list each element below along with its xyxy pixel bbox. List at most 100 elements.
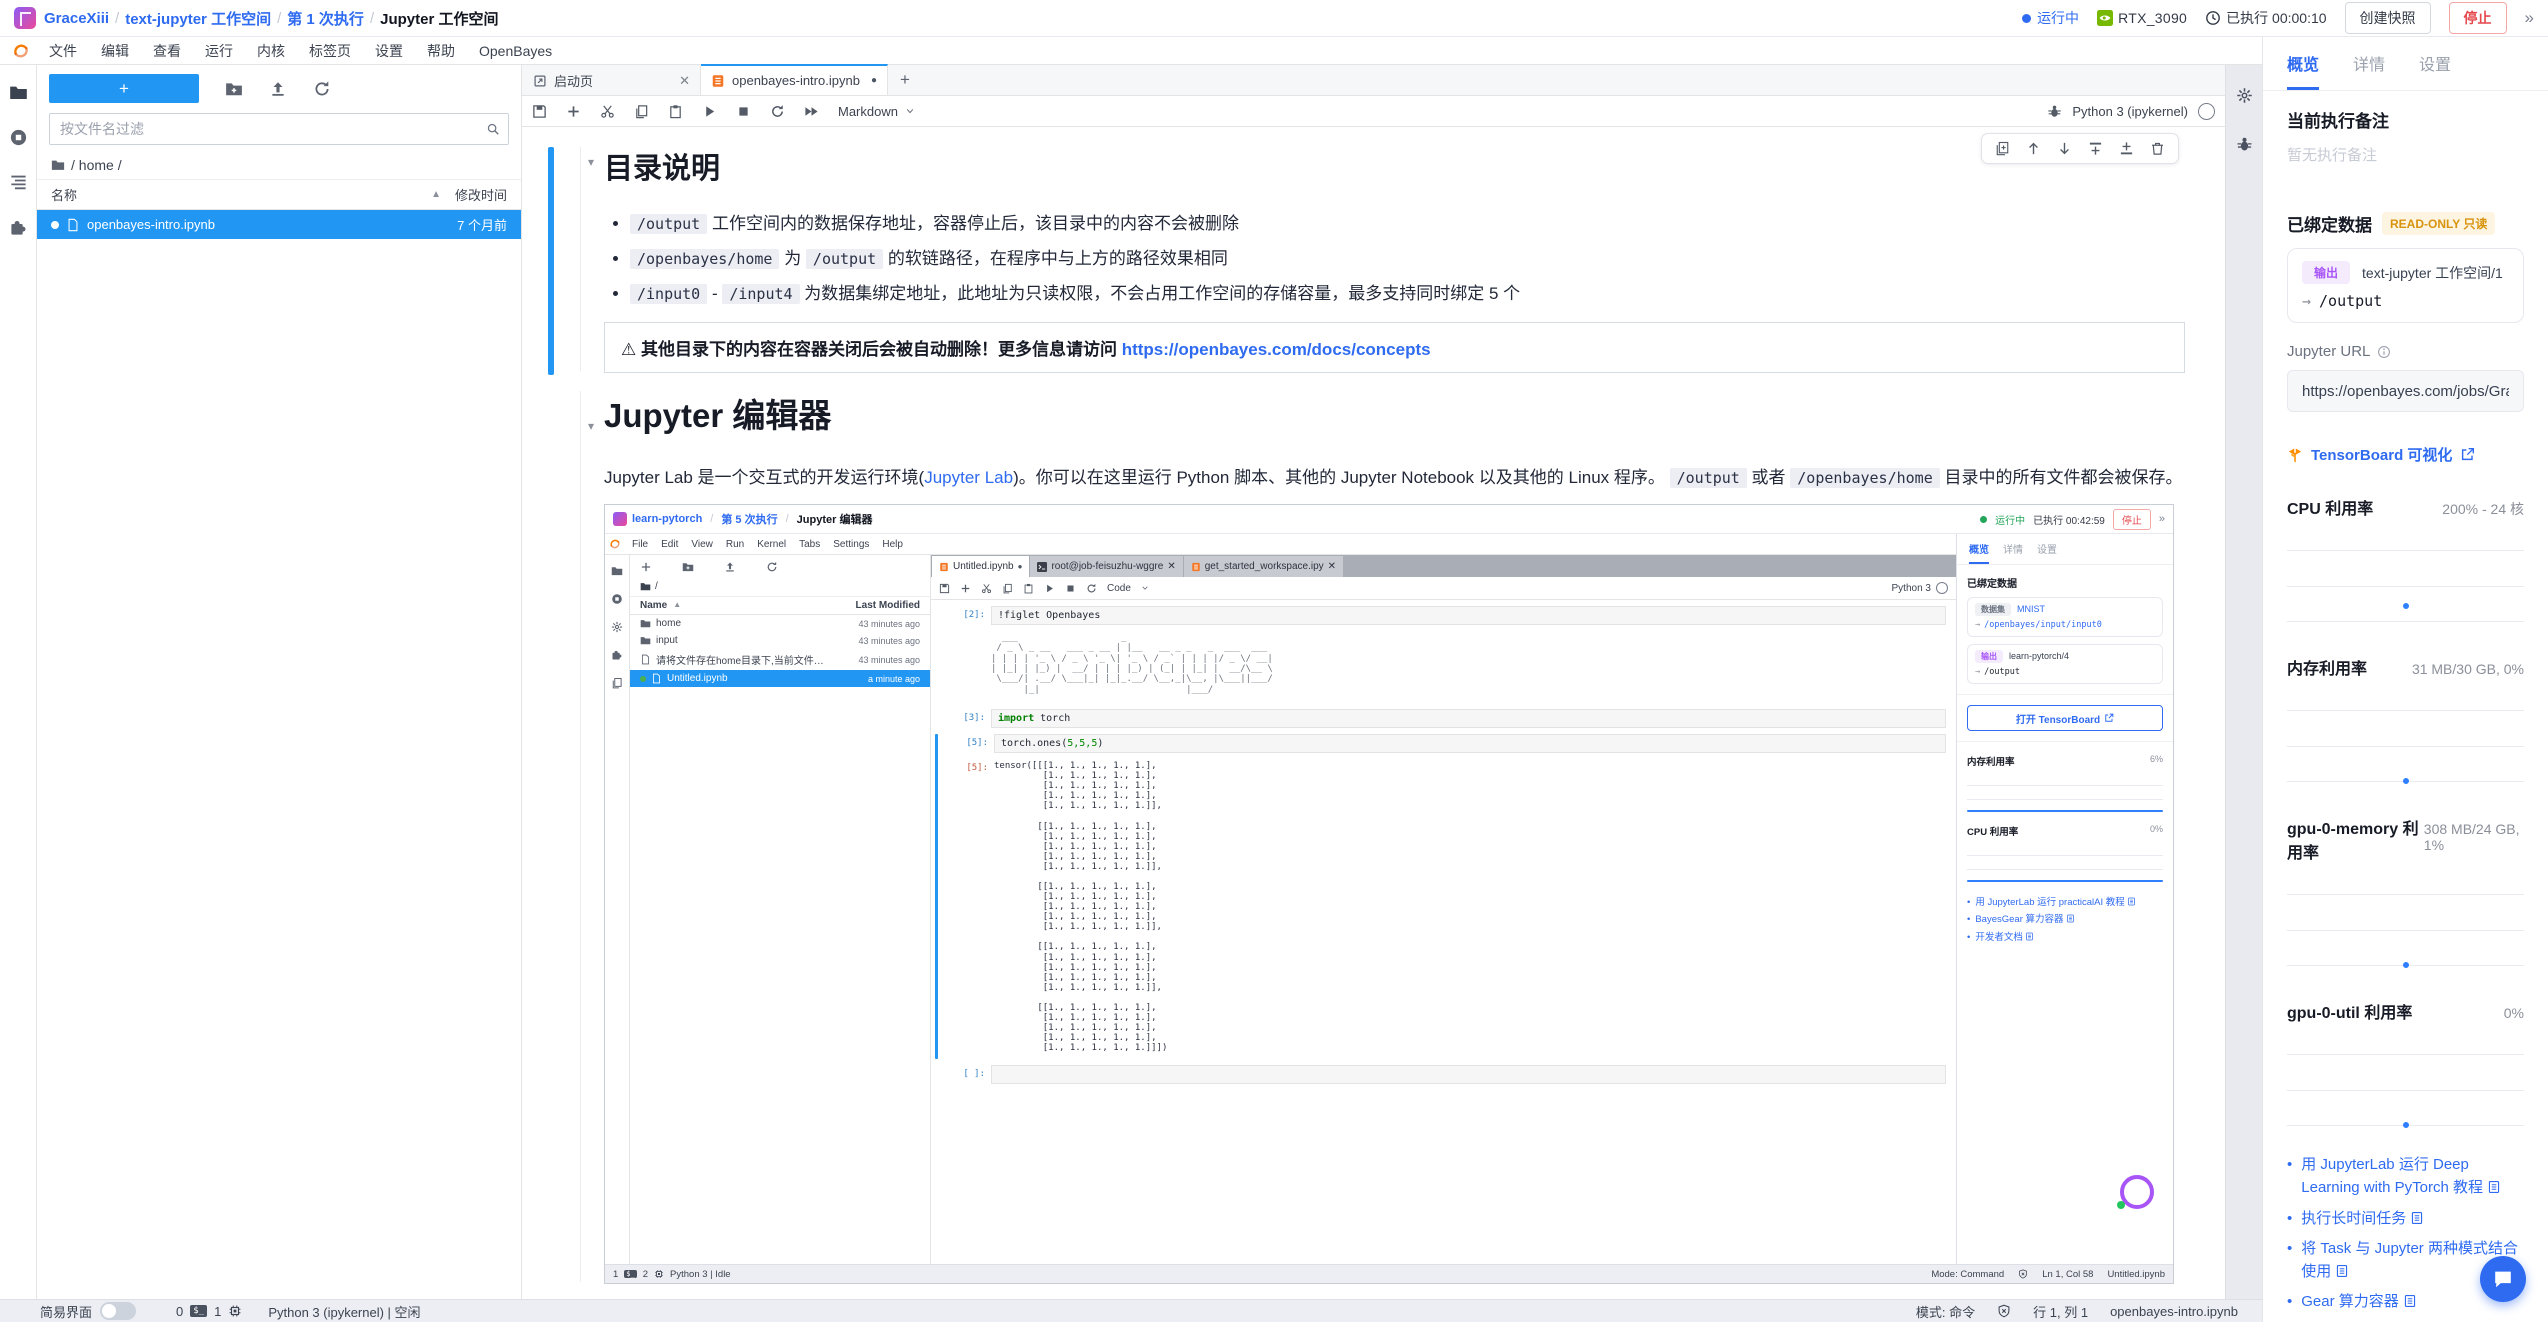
collaborator-cursor-ring xyxy=(2120,1175,2154,1209)
menu-file[interactable]: 文件 xyxy=(38,38,88,64)
kernel-status-label[interactable]: Python 3 (ipykernel) | 空闲 xyxy=(268,1302,420,1321)
file-row-selected[interactable]: openbayes-intro.ipynb 7 个月前 xyxy=(37,210,521,239)
filter-files-input[interactable] xyxy=(58,120,486,138)
help-link-gear[interactable]: Gear 算力容器 xyxy=(2301,1290,2417,1313)
copy-cell-icon[interactable] xyxy=(634,104,649,119)
embed-cpu-metric: CPU 利用率0% xyxy=(1967,824,2163,882)
debugger-sidebar-icon[interactable] xyxy=(2236,136,2253,153)
kernel-name[interactable]: Python 3 (ipykernel) xyxy=(2072,104,2188,119)
simple-interface-toggle[interactable] xyxy=(100,1302,136,1320)
chevron-down-icon xyxy=(905,106,915,116)
tab-settings[interactable]: 设置 xyxy=(2419,51,2451,90)
code-chip: /output xyxy=(630,214,707,234)
new-tab-button[interactable]: + xyxy=(888,70,922,90)
new-launcher-button[interactable]: + xyxy=(49,74,199,103)
tab-notebook[interactable]: openbayes-intro.ipynb ● xyxy=(701,64,888,95)
embed-code-cell: [3]: import torch xyxy=(935,709,1946,728)
paste-cell-icon[interactable] xyxy=(668,104,683,119)
help-link-long-tasks[interactable]: 执行长时间任务 xyxy=(2301,1207,2424,1230)
cursor-position-label[interactable]: 行 1, 列 1 xyxy=(2033,1302,2088,1321)
home-folder-icon[interactable] xyxy=(51,158,65,172)
embed-file-row: 请将文件存在home目录下,当前文件夹下的文件不会...43 minutes a… xyxy=(630,649,930,670)
menu-edit[interactable]: 编辑 xyxy=(90,38,140,64)
heading-collapser-icon[interactable]: ▾ xyxy=(588,419,594,433)
table-of-contents-icon[interactable] xyxy=(9,173,28,192)
embed-kernel-status-icon xyxy=(1936,582,1948,594)
breadcrumb-separator: / xyxy=(370,10,374,27)
extensions-icon[interactable] xyxy=(9,218,28,237)
jupyter-url-input[interactable] xyxy=(2300,382,2511,401)
tab-overview[interactable]: 概览 xyxy=(2287,51,2319,90)
sort-caret-icon[interactable]: ▲ xyxy=(431,189,441,200)
add-cell-icon[interactable] xyxy=(566,104,581,119)
restart-kernel-icon[interactable] xyxy=(770,104,785,119)
tab-launcher[interactable]: 启动页 ✕ xyxy=(523,66,701,95)
collapse-panel-icon[interactable]: » xyxy=(2525,8,2534,28)
upload-icon[interactable] xyxy=(269,80,287,98)
chat-bubble-button[interactable] xyxy=(2480,1256,2526,1302)
modified-column-header[interactable]: 修改时间 xyxy=(455,185,507,204)
gpu-label: RTX_3090 xyxy=(2118,10,2187,26)
menu-help[interactable]: 帮助 xyxy=(416,38,466,64)
section-heading: Jupyter 编辑器 xyxy=(604,389,2185,437)
run-cell-icon[interactable] xyxy=(702,104,717,119)
name-column-header[interactable]: 名称 xyxy=(51,185,77,204)
embed-refresh-icon xyxy=(766,561,778,573)
docs-concepts-link[interactable]: https://openbayes.com/docs/concepts xyxy=(1122,340,1431,359)
embed-file-icon xyxy=(640,654,651,665)
refresh-icon[interactable] xyxy=(313,80,331,98)
embed-run-icon xyxy=(1044,583,1055,594)
file-browser-icon[interactable] xyxy=(9,83,28,102)
markdown-cell-directory-notes[interactable]: ▾ 目录说明 /output 工作空间内的数据保存地址，容器停止后，该目录中的内… xyxy=(548,145,2185,373)
tab-notebook-label: openbayes-intro.ipynb xyxy=(732,73,860,88)
help-link-pytorch-tutorial[interactable]: 用 JupyterLab 运行 Deep Learning with PyTor… xyxy=(2301,1153,2524,1200)
breadcrumb-run[interactable]: 第 1 次执行 xyxy=(287,8,364,29)
embed-code-cell: [2]: !figlet Openbayes xyxy=(935,606,1946,625)
selected-cell-bar[interactable] xyxy=(548,147,554,375)
output-binding-path: /output xyxy=(2319,292,2382,310)
top-bar: GraceXiii / text-jupyter 工作空间 / 第 1 次执行 … xyxy=(0,0,2548,37)
menu-settings[interactable]: 设置 xyxy=(364,38,414,64)
embed-folder-icon xyxy=(640,635,651,646)
openbayes-logo[interactable] xyxy=(14,7,36,29)
new-folder-icon[interactable] xyxy=(225,80,243,98)
doc-icon xyxy=(2127,897,2136,906)
create-snapshot-button[interactable]: 创建快照 xyxy=(2345,2,2431,34)
cell-collapser[interactable] xyxy=(580,391,581,1282)
tab-details[interactable]: 详情 xyxy=(2353,51,2385,90)
code-chip: /openbayes/home xyxy=(1790,468,1939,488)
menu-openbayes[interactable]: OpenBayes xyxy=(468,40,563,62)
menu-tabs[interactable]: 标签页 xyxy=(298,38,362,64)
stop-button[interactable]: 停止 xyxy=(2449,2,2507,34)
menu-view[interactable]: 查看 xyxy=(142,38,192,64)
debugger-icon[interactable] xyxy=(2047,104,2062,119)
interrupt-kernel-icon[interactable] xyxy=(736,104,751,119)
embed-folder-icon xyxy=(611,565,623,577)
breadcrumb-workspace[interactable]: text-jupyter 工作空间 xyxy=(125,8,271,29)
markdown-cell-jupyter-editor[interactable]: ▾ Jupyter 编辑器 Jupyter Lab 是一个交互式的开发运行环境(… xyxy=(548,389,2185,1284)
sessions-indicator[interactable]: 0 $_ 1 xyxy=(176,1304,242,1319)
menu-run[interactable]: 运行 xyxy=(194,38,244,64)
info-icon[interactable] xyxy=(2377,345,2391,359)
tab-bar: 启动页 ✕ openbayes-intro.ipynb ● + xyxy=(522,65,2225,96)
trust-shield-icon[interactable] xyxy=(1997,1304,2011,1318)
close-tab-icon[interactable]: ✕ xyxy=(679,73,690,89)
embed-terminal-icon xyxy=(1037,562,1047,572)
property-inspector-icon[interactable] xyxy=(2236,87,2253,104)
jupyterlab-link[interactable]: Jupyter Lab xyxy=(924,468,1013,487)
current-path[interactable]: / home / xyxy=(71,157,122,173)
cell-type-dropdown[interactable]: Markdown xyxy=(838,104,915,119)
tensorboard-link[interactable]: TensorBoard 可视化 xyxy=(2311,444,2452,465)
run-all-icon[interactable] xyxy=(804,104,819,119)
embed-stop-icon xyxy=(1065,583,1076,594)
running-sessions-icon[interactable] xyxy=(9,128,28,147)
heading-collapser-icon[interactable]: ▾ xyxy=(588,155,594,169)
embed-save-icon xyxy=(939,583,950,594)
cut-cell-icon[interactable] xyxy=(600,104,615,119)
cell-collapser[interactable] xyxy=(580,147,581,371)
breadcrumb-user[interactable]: GraceXiii xyxy=(44,10,109,27)
file-name: openbayes-intro.ipynb xyxy=(87,217,215,232)
embed-cells-area: [2]: !figlet Openbayes ___ xyxy=(931,600,1956,1264)
save-icon[interactable] xyxy=(532,104,547,119)
menu-kernel[interactable]: 内核 xyxy=(246,38,296,64)
